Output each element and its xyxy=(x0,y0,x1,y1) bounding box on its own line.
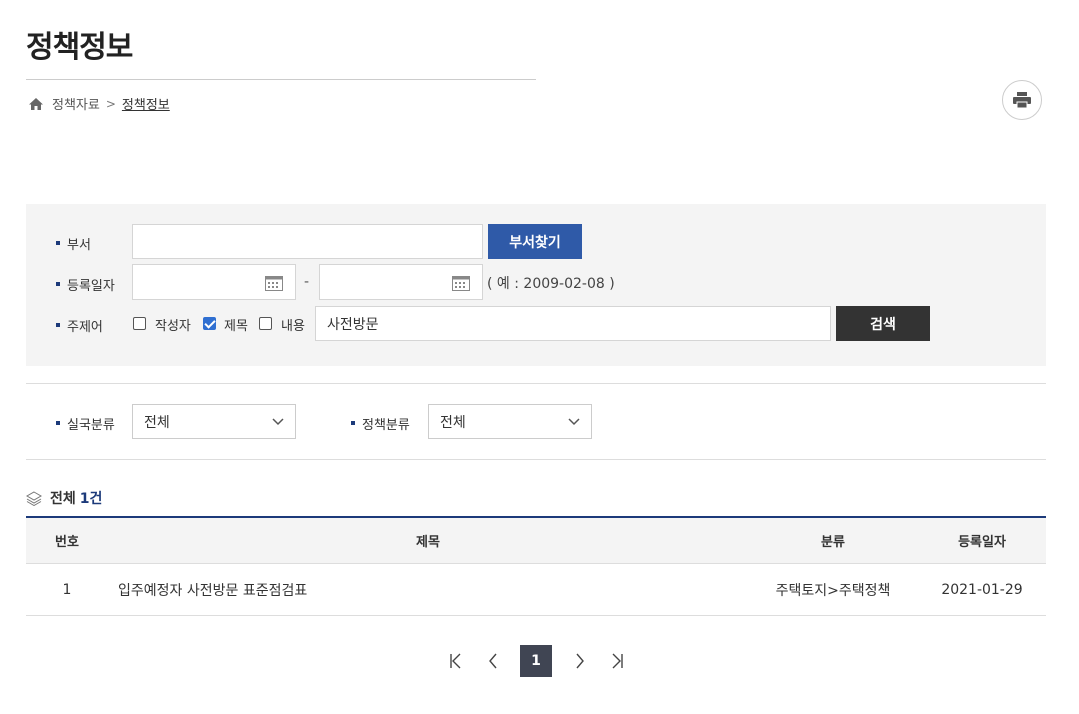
print-button[interactable] xyxy=(1002,80,1042,120)
author-option-label: 작성자 xyxy=(155,319,191,334)
breadcrumb: 정책자료 > 정책정보 xyxy=(28,94,170,113)
policy-filter-select[interactable]: 전체 xyxy=(428,404,592,439)
printer-icon xyxy=(1013,92,1031,108)
breadcrumb-separator: > xyxy=(105,96,116,111)
office-filter-label: 실국분류 xyxy=(56,414,115,433)
policy-filter-value: 전체 xyxy=(440,414,466,431)
header-date: 등록일자 xyxy=(958,535,1006,550)
pagination: 1 xyxy=(0,645,1079,677)
home-icon[interactable] xyxy=(28,97,44,111)
row-date: 2021-01-29 xyxy=(941,581,1023,598)
prev-page-button[interactable] xyxy=(477,645,509,677)
content-option-label: 내용 xyxy=(281,319,305,334)
keyword-input[interactable]: 사전방문 xyxy=(315,306,831,341)
table-row[interactable]: 1 입주예정자 사전방문 표준점검표 주택토지>주택정책 2021-01-29 xyxy=(26,564,1046,616)
header-num: 번호 xyxy=(55,535,79,550)
breadcrumb-parent[interactable]: 정책자료 xyxy=(52,94,100,113)
date-format-hint: ( 예 : 2009-02-08 ) xyxy=(487,276,615,292)
author-checkbox[interactable] xyxy=(133,317,146,330)
chevron-down-icon xyxy=(568,417,580,425)
search-button[interactable]: 검색 xyxy=(836,306,930,341)
title-option-label: 제목 xyxy=(224,319,248,334)
title-divider xyxy=(26,79,536,80)
calendar-icon[interactable] xyxy=(452,275,470,291)
search-panel: 부서 부서찾기 등록일자 - ( 예 : 2009-02-08 ) 주제어 작성… xyxy=(26,204,1046,366)
chevron-right-icon xyxy=(576,653,584,669)
dept-label: 부서 xyxy=(56,234,91,253)
content-checkbox[interactable] xyxy=(259,317,272,330)
total-count-value: 1건 xyxy=(79,491,103,507)
page-title: 정책정보 xyxy=(26,30,133,65)
chevron-left-icon xyxy=(489,653,497,669)
last-page-button[interactable] xyxy=(601,645,633,677)
find-dept-button[interactable]: 부서찾기 xyxy=(488,224,582,259)
policy-filter-label: 정책분류 xyxy=(351,414,410,433)
results-table: 번호 제목 분류 등록일자 1 입주예정자 사전방문 표준점검표 주택토지>주택… xyxy=(26,516,1046,616)
row-category: 주택토지>주택정책 xyxy=(775,582,891,599)
row-title-link[interactable]: 입주예정자 사전방문 표준점검표 xyxy=(108,580,748,600)
first-page-button[interactable] xyxy=(440,645,472,677)
table-header: 번호 제목 분류 등록일자 xyxy=(26,516,1046,564)
breadcrumb-current[interactable]: 정책정보 xyxy=(122,94,170,113)
divider xyxy=(26,459,1046,460)
calendar-icon[interactable] xyxy=(265,275,283,291)
office-filter-select[interactable]: 전체 xyxy=(132,404,296,439)
next-page-button[interactable] xyxy=(564,645,596,677)
total-count: 전체 1건 xyxy=(26,488,102,508)
date-label: 등록일자 xyxy=(56,275,115,294)
keyword-label: 주제어 xyxy=(56,316,103,335)
divider xyxy=(26,383,1046,384)
first-page-icon xyxy=(450,653,461,669)
layers-icon xyxy=(26,491,42,506)
office-filter-value: 전체 xyxy=(144,414,170,431)
last-page-icon xyxy=(612,653,623,669)
date-separator: - xyxy=(304,274,310,290)
header-title: 제목 xyxy=(416,535,440,550)
dept-input[interactable] xyxy=(132,224,483,259)
page-1-button[interactable]: 1 xyxy=(520,645,552,677)
row-num: 1 xyxy=(62,581,72,598)
title-checkbox[interactable] xyxy=(203,317,216,330)
chevron-down-icon xyxy=(272,417,284,425)
total-label: 전체 xyxy=(50,491,76,507)
header-category: 분류 xyxy=(821,535,845,550)
